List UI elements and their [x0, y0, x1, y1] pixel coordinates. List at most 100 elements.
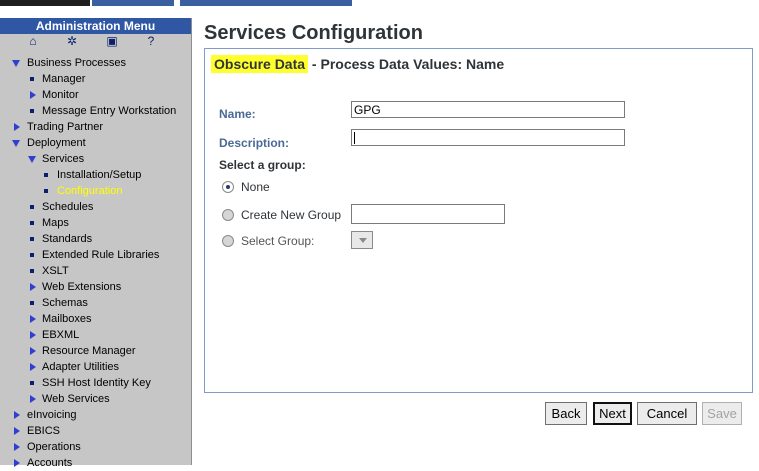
- top-tab-right[interactable]: [180, 0, 352, 6]
- tree-item[interactable]: Monitor: [0, 87, 191, 103]
- description-input[interactable]: [351, 129, 625, 146]
- page-title: Services Configuration: [204, 22, 423, 44]
- collapsed-arrow-icon[interactable]: [28, 327, 38, 343]
- menu-title: Administration Menu: [0, 18, 191, 34]
- tree-item-label: Deployment: [27, 137, 86, 149]
- tree-item[interactable]: Message Entry Workstation: [0, 103, 191, 119]
- tree-item-label: Schemas: [42, 297, 88, 309]
- top-tab-left[interactable]: [92, 0, 174, 6]
- tree-item[interactable]: Schedules: [0, 199, 191, 215]
- tree-item[interactable]: Web Extensions: [0, 279, 191, 295]
- tree-item-label: Resource Manager: [42, 345, 136, 357]
- navigation-tree: Business Processes Manager Monitor Message …: [0, 55, 191, 471]
- panel-heading: Obscure Data - Process Data Values: Name: [211, 53, 504, 75]
- bullet-icon: [28, 247, 38, 263]
- bullet-icon: [28, 375, 38, 391]
- tree-item-label: SSH Host Identity Key: [42, 377, 151, 389]
- collapsed-arrow-icon[interactable]: [28, 343, 38, 359]
- bullet-icon: [28, 199, 38, 215]
- bullet-icon: [28, 295, 38, 311]
- help-icon[interactable]: ?: [145, 35, 157, 47]
- expanded-arrow-icon[interactable]: [12, 55, 22, 71]
- tree-item[interactable]: Resource Manager: [0, 343, 191, 359]
- save-icon[interactable]: ▣: [106, 35, 118, 47]
- collapsed-arrow-icon[interactable]: [28, 359, 38, 375]
- radio-select-group[interactable]: [222, 235, 234, 247]
- tree-item-label: Monitor: [42, 89, 79, 101]
- tree-item[interactable]: Extended Rule Libraries: [0, 247, 191, 263]
- tree-item[interactable]: Trading Partner: [0, 119, 191, 135]
- text-cursor: [354, 132, 355, 144]
- tree-item-label: Installation/Setup: [57, 169, 142, 181]
- tree-item[interactable]: Business Processes: [0, 55, 191, 71]
- tree-item-label: Standards: [42, 233, 93, 245]
- expanded-arrow-icon[interactable]: [28, 151, 38, 167]
- tree-item[interactable]: Web Services: [0, 391, 191, 407]
- tree-item-label: Operations: [27, 441, 81, 453]
- tree-item-label: Web Services: [42, 393, 110, 405]
- tree-item[interactable]: XSLT: [0, 263, 191, 279]
- bullet-icon: [28, 263, 38, 279]
- collapsed-arrow-icon[interactable]: [12, 407, 22, 423]
- tree-item-label: Adapter Utilities: [42, 361, 120, 373]
- tree-item-label: Maps: [42, 217, 69, 229]
- bullet-icon: [42, 167, 52, 183]
- collapsed-arrow-icon[interactable]: [28, 87, 38, 103]
- tree-item[interactable]: Deployment: [0, 135, 191, 151]
- radio-none[interactable]: [222, 181, 234, 193]
- tree-item[interactable]: EBXML: [0, 327, 191, 343]
- expanded-arrow-icon[interactable]: [12, 135, 22, 151]
- collapsed-arrow-icon[interactable]: [28, 391, 38, 407]
- tree-item-label: Manager: [42, 73, 86, 85]
- collapsed-arrow-icon[interactable]: [12, 455, 22, 471]
- tree-item[interactable]: SSH Host Identity Key: [0, 375, 191, 391]
- back-button[interactable]: Back: [545, 402, 587, 425]
- globe-icon[interactable]: ✲: [66, 35, 78, 47]
- tree-item[interactable]: Manager: [0, 71, 191, 87]
- cancel-button[interactable]: Cancel: [637, 402, 697, 425]
- panel-heading-rest: - Process Data Values: Name: [308, 56, 505, 72]
- tree-item[interactable]: Operations: [0, 439, 191, 455]
- tree-item-label: EBXML: [42, 329, 80, 341]
- group-select-dropdown[interactable]: [351, 231, 373, 249]
- tree-item[interactable]: Services: [0, 151, 191, 167]
- tree-item-label: Trading Partner: [27, 121, 104, 133]
- top-tab-strip: [0, 0, 759, 7]
- tree-item-label: Services: [42, 153, 85, 165]
- tree-item[interactable]: Standards: [0, 231, 191, 247]
- tree-item[interactable]: Mailboxes: [0, 311, 191, 327]
- collapsed-arrow-icon[interactable]: [12, 423, 22, 439]
- tree-item[interactable]: Accounts: [0, 455, 191, 471]
- tree-item[interactable]: eInvoicing: [0, 407, 191, 423]
- save-button[interactable]: Save: [702, 402, 742, 425]
- collapsed-arrow-icon[interactable]: [28, 311, 38, 327]
- tree-item[interactable]: Schemas: [0, 295, 191, 311]
- tree-item-label: Business Processes: [27, 57, 127, 69]
- radio-select-label: Select Group:: [241, 234, 315, 248]
- next-button[interactable]: Next: [593, 402, 632, 425]
- obscure-data-highlight: Obscure Data: [211, 55, 309, 73]
- sidebar: Administration Menu ⌂ ✲ ▣ ? Business Pro…: [0, 18, 192, 469]
- tree-item[interactable]: EBICS: [0, 423, 191, 439]
- tree-item-label: XSLT: [42, 265, 69, 277]
- radio-create-label: Create New Group: [241, 208, 342, 222]
- collapsed-arrow-icon[interactable]: [28, 279, 38, 295]
- home-icon[interactable]: ⌂: [27, 35, 39, 47]
- tree-item[interactable]: Installation/Setup: [0, 167, 191, 183]
- name-input[interactable]: GPG: [351, 101, 625, 118]
- collapsed-arrow-icon[interactable]: [12, 119, 22, 135]
- bullet-icon: [42, 183, 52, 199]
- bullet-icon: [28, 231, 38, 247]
- new-group-input[interactable]: [351, 204, 505, 224]
- tree-item[interactable]: Maps: [0, 215, 191, 231]
- radio-create-new-group[interactable]: [222, 209, 234, 221]
- tree-item-label: Accounts: [27, 457, 73, 469]
- name-label: Name:: [219, 107, 256, 121]
- tree-item[interactable]: Adapter Utilities: [0, 359, 191, 375]
- bullet-icon: [28, 215, 38, 231]
- collapsed-arrow-icon[interactable]: [12, 439, 22, 455]
- tree-item-label: Message Entry Workstation: [42, 105, 177, 117]
- tree-item[interactable]: Configuration: [0, 183, 191, 199]
- tree-item-label: Configuration: [57, 185, 123, 197]
- tree-item-label: Extended Rule Libraries: [42, 249, 160, 261]
